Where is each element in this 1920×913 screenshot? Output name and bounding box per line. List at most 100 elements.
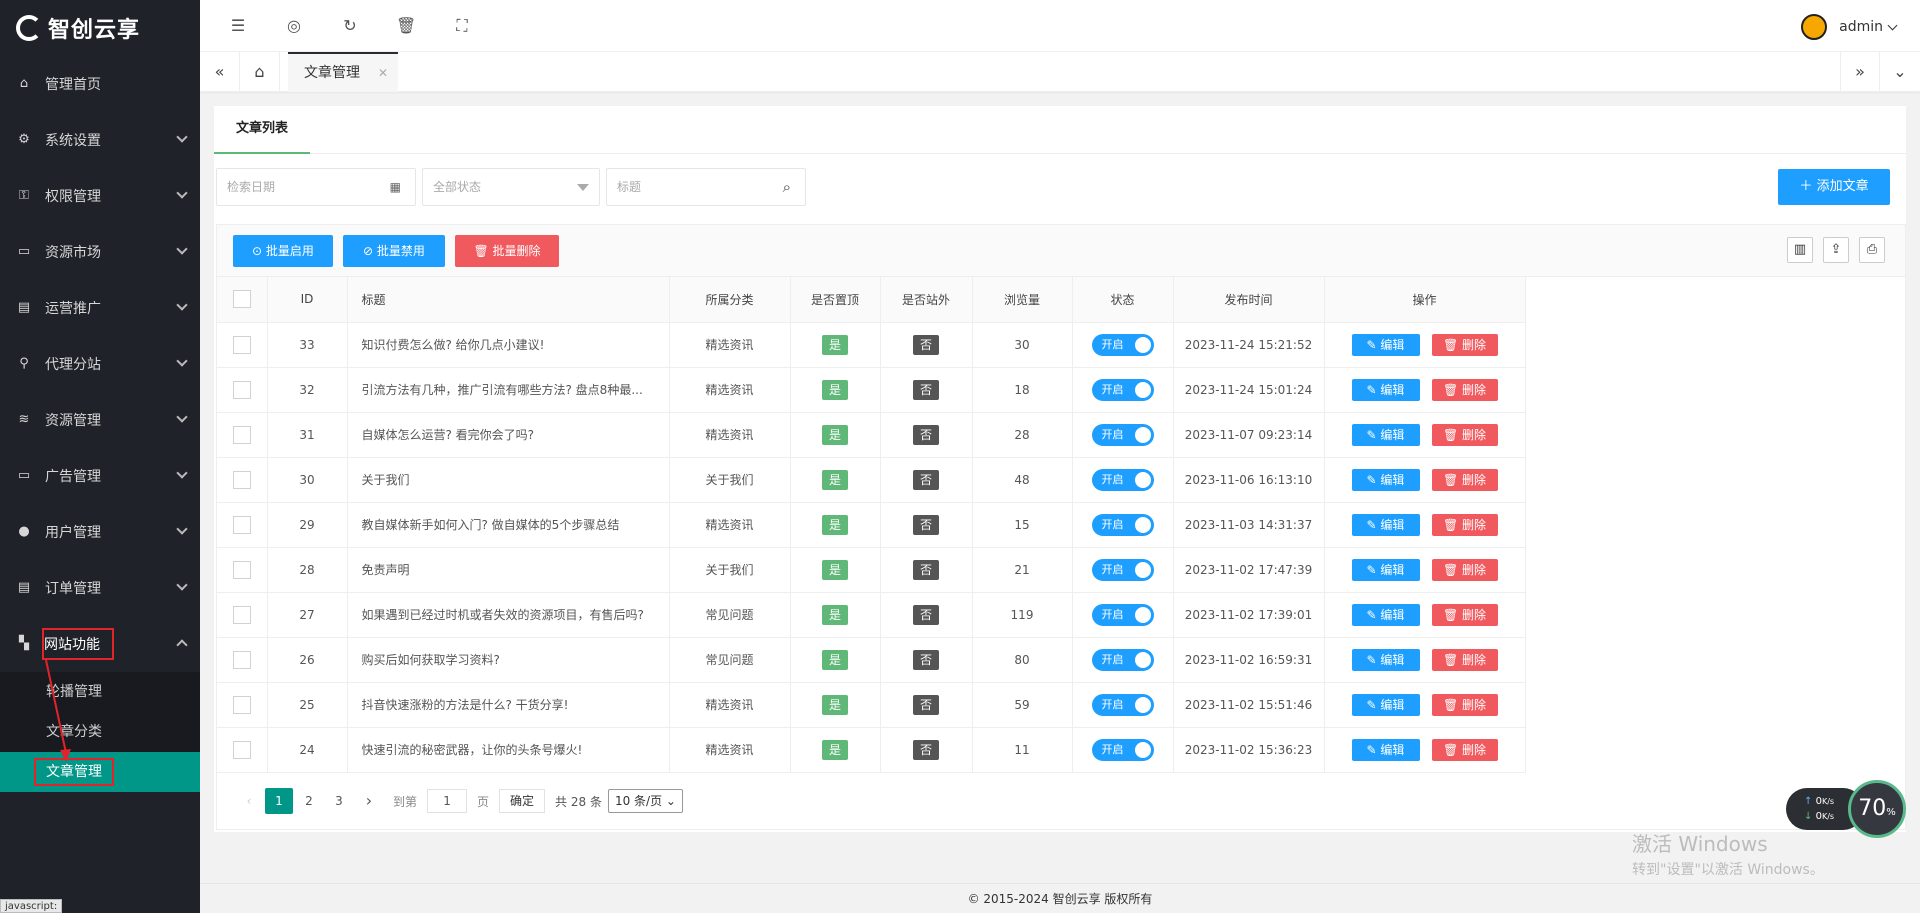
status-switch[interactable]: 开启 (1091, 693, 1154, 716)
cell-external: 否 (880, 547, 973, 593)
row-checkbox[interactable] (232, 515, 251, 534)
cell-status: 开启 (1072, 682, 1174, 728)
cell-title: 知识付费怎么做? 给你几点小建议! (347, 322, 670, 368)
status-switch[interactable]: 开启 (1091, 333, 1154, 356)
delete-button[interactable]: 🗑 删除 (1431, 423, 1498, 446)
row-checkbox[interactable] (232, 560, 251, 579)
trash-icon[interactable]: 🗑 (396, 16, 416, 36)
status-switch[interactable]: 开启 (1091, 648, 1154, 671)
data-table: ID 标题 所属分类 是否置顶 是否站外 浏览量 状态 发布时间 操作 33 知识… (217, 277, 1526, 773)
home-tab-icon[interactable]: ⌂ (240, 52, 280, 92)
status-switch[interactable]: 开启 (1091, 738, 1154, 761)
annotation-arrow (45, 659, 71, 762)
delete-button[interactable]: 🗑 删除 (1431, 378, 1498, 401)
edit-button[interactable]: ✎ 编辑 (1351, 648, 1420, 671)
edit-button[interactable]: ✎ 编辑 (1351, 333, 1420, 356)
trash-icon: 🗑 (1442, 652, 1463, 667)
row-checkbox[interactable] (232, 335, 251, 354)
edit-button[interactable]: ✎ 编辑 (1351, 693, 1420, 716)
row-checkbox[interactable] (232, 650, 251, 669)
pencil-icon: ✎ (1366, 472, 1381, 487)
page-size-select[interactable]: 10 条/页 ⌄ (607, 789, 683, 813)
batch-delete-button[interactable]: 🗑 批量删除 (455, 235, 559, 267)
status-switch[interactable]: 开启 (1091, 378, 1154, 401)
date-placeholder: 检索日期 (227, 180, 276, 194)
print-icon[interactable]: ⎙ (1859, 237, 1885, 263)
row-checkbox[interactable] (232, 470, 251, 489)
edit-button[interactable]: ✎ 编辑 (1351, 738, 1420, 761)
tabs-menu-icon[interactable]: ⌄ (1880, 52, 1920, 92)
page-1[interactable]: 1 (265, 788, 293, 814)
delete-button[interactable]: 🗑 删除 (1431, 693, 1498, 716)
columns-icon[interactable]: ▥ (1787, 237, 1813, 263)
delete-button[interactable]: 🗑 删除 (1431, 468, 1498, 491)
cell-id: 25 (267, 682, 348, 728)
row-checkbox[interactable] (232, 695, 251, 714)
cell-status: 开启 (1072, 727, 1174, 773)
page-size-value: 10 条/页 (614, 794, 663, 808)
edit-button[interactable]: ✎ 编辑 (1351, 603, 1420, 626)
delete-button[interactable]: 🗑 删除 (1431, 603, 1498, 626)
refresh-icon[interactable]: ↻ (340, 16, 360, 36)
delete-button[interactable]: 🗑 删除 (1431, 648, 1498, 671)
edit-button[interactable]: ✎ 编辑 (1351, 423, 1420, 446)
batch-disable-button[interactable]: ⊘ 批量禁用 (343, 235, 445, 267)
delete-button[interactable]: 🗑 删除 (1431, 333, 1498, 356)
close-icon[interactable]: ✕ (378, 54, 388, 92)
menu-fold-icon[interactable]: ☰ (228, 16, 248, 36)
export-icon[interactable]: ⇪ (1823, 237, 1849, 263)
tabs-right-icon[interactable]: » (1840, 52, 1880, 92)
cell-actions: ✎ 编辑 🗑 删除 (1324, 727, 1526, 773)
goto-confirm-button[interactable]: 确定 (499, 789, 546, 813)
status-select[interactable]: 全部状态 (422, 168, 600, 206)
status-switch[interactable]: 开启 (1091, 513, 1154, 536)
row-checkbox[interactable] (232, 605, 251, 624)
next-page-icon[interactable]: › (355, 788, 383, 814)
date-filter[interactable]: 检索日期 ▦ (216, 168, 416, 206)
edit-button[interactable]: ✎ 编辑 (1351, 558, 1420, 581)
cell-status: 开启 (1072, 412, 1174, 458)
status-switch[interactable]: 开启 (1091, 558, 1154, 581)
select-all-checkbox[interactable] (232, 290, 251, 309)
top-badge: 是 (822, 559, 848, 580)
status-switch[interactable]: 开启 (1091, 603, 1154, 626)
table-toolbar: ⊙ 批量启用 ⊘ 批量禁用 🗑 批量删除 ▥ ⇪ ⎙ (217, 225, 1905, 277)
edit-button[interactable]: ✎ 编辑 (1351, 468, 1420, 491)
edit-button[interactable]: ✎ 编辑 (1351, 378, 1420, 401)
batch-delete-label: 批量删除 (492, 244, 541, 258)
title-search[interactable]: 标题 ⌕ (606, 168, 806, 206)
switch-label: 开启 (1101, 607, 1124, 621)
page-2[interactable]: 2 (295, 788, 323, 814)
cell-title: 购买后如何获取学习资料? (347, 637, 670, 683)
top-badge: 是 (822, 604, 848, 625)
status-switch[interactable]: 开启 (1091, 468, 1154, 491)
fullscreen-icon[interactable]: ⛶ (452, 16, 472, 36)
tab-article-manage[interactable]: 文章管理 ✕ (288, 52, 398, 92)
cell-top: 是 (790, 547, 881, 593)
goto-page-input[interactable]: 1 (427, 789, 468, 813)
external-badge: 否 (913, 469, 939, 490)
globe-icon[interactable]: ◎ (284, 16, 304, 36)
status-switch[interactable]: 开启 (1091, 423, 1154, 446)
batch-enable-button[interactable]: ⊙ 批量启用 (233, 235, 333, 267)
cell-top: 是 (790, 367, 881, 413)
delete-button[interactable]: 🗑 删除 (1431, 558, 1498, 581)
row-checkbox[interactable] (232, 425, 251, 444)
row-checkbox[interactable] (232, 380, 251, 399)
delete-button[interactable]: 🗑 删除 (1431, 738, 1498, 761)
top-badge: 是 (822, 739, 848, 760)
header-checkbox-cell (217, 277, 268, 323)
cell-status: 开启 (1072, 367, 1174, 413)
tabs-left-icon[interactable]: « (200, 52, 240, 92)
user-menu[interactable]: admin (1801, 14, 1898, 40)
page-3[interactable]: 3 (325, 788, 353, 814)
play-icon: ⊙ (252, 244, 266, 258)
row-checkbox[interactable] (232, 740, 251, 759)
ban-icon: ⊘ (363, 244, 377, 258)
add-article-button[interactable]: ＋ 添加文章 (1778, 169, 1890, 205)
tab-article-list[interactable]: 文章列表 (214, 106, 311, 154)
prev-page-icon[interactable]: ‹ (235, 788, 263, 814)
delete-button[interactable]: 🗑 删除 (1431, 513, 1498, 536)
search-icon[interactable]: ⌕ (783, 169, 791, 205)
edit-button[interactable]: ✎ 编辑 (1351, 513, 1420, 536)
